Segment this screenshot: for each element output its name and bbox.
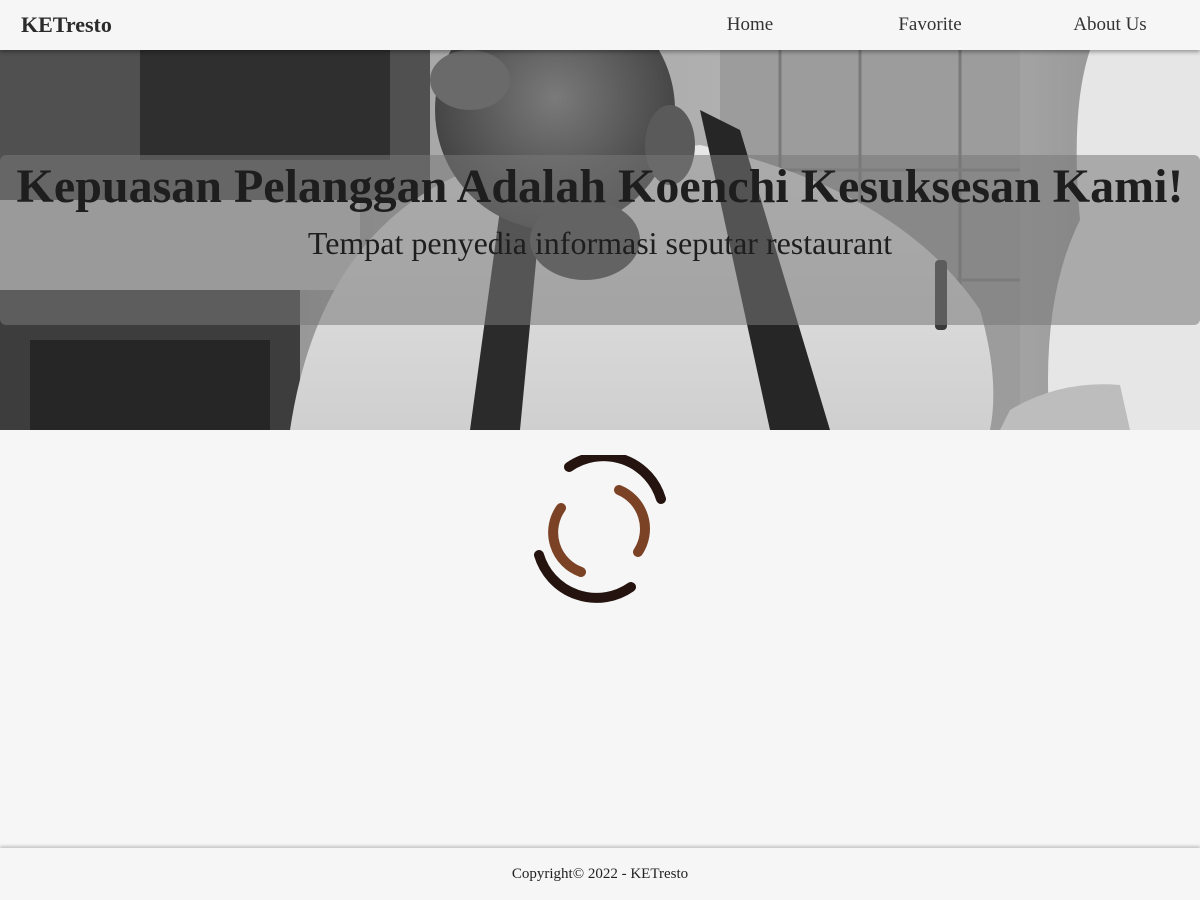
main-content (0, 430, 1200, 848)
hero-banner: Kepuasan Pelanggan Adalah Koenchi Kesuks… (0, 50, 1200, 430)
nav-item-favorite: Favorite (840, 0, 1020, 50)
app-bar: KETresto Home Favorite About Us (0, 0, 1200, 50)
nav-item-home: Home (660, 0, 840, 50)
nav-link-favorite[interactable]: Favorite (888, 2, 971, 48)
nav-item-about-us: About Us (1020, 0, 1200, 50)
hero-title: Kepuasan Pelanggan Adalah Koenchi Kesuks… (16, 160, 1184, 213)
hero-text-panel: Kepuasan Pelanggan Adalah Koenchi Kesuks… (0, 155, 1200, 325)
nav-link-home[interactable]: Home (717, 2, 783, 48)
loading-spinner-icon (534, 451, 666, 603)
footer-copyright: Copyright© 2022 - KETresto (511, 865, 689, 882)
nav-menu: Home Favorite About Us (660, 0, 1200, 50)
footer: Copyright© 2022 - KETresto (0, 848, 1200, 900)
hero-tagline: Tempat penyedia informasi seputar restau… (307, 225, 893, 261)
nav-link-about-us[interactable]: About Us (1063, 2, 1156, 48)
loading-indicator (530, 451, 670, 610)
brand-logo[interactable]: KETresto (21, 12, 112, 38)
